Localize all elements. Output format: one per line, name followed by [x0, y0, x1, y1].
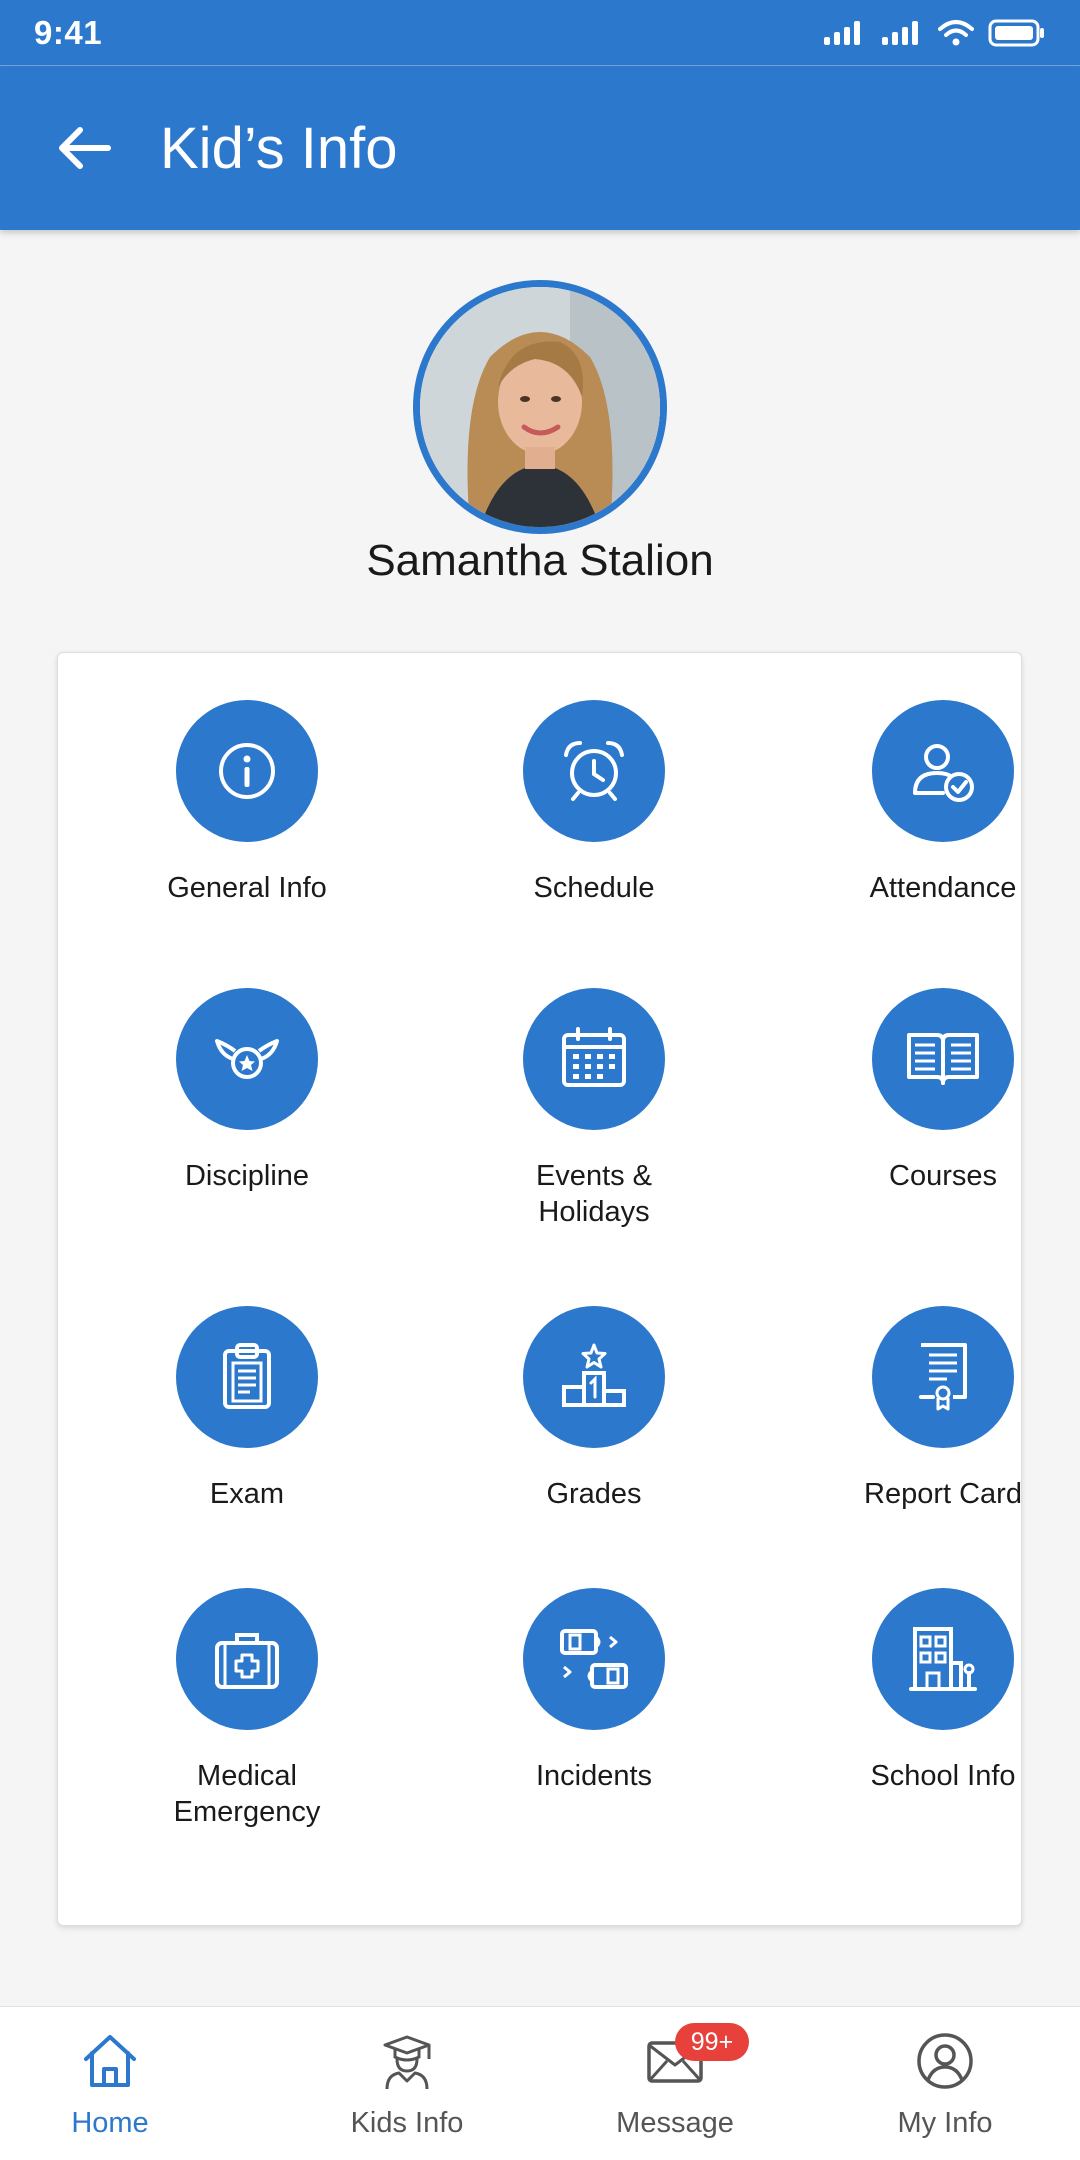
open-book-icon	[907, 1033, 979, 1085]
attendance-button[interactable]	[872, 700, 1014, 842]
signal-icon	[824, 20, 860, 45]
report-card-button[interactable]	[872, 1306, 1014, 1448]
nav-message[interactable]: 99+ Message	[540, 2007, 810, 2160]
incidents-button[interactable]	[523, 1588, 665, 1730]
menu-label: General Info	[167, 872, 327, 904]
menu-label: Grades	[546, 1478, 642, 1510]
discipline-button[interactable]	[176, 988, 318, 1130]
clipboard-icon	[223, 1343, 271, 1409]
menu-events-holidays[interactable]: Events & Holidays	[444, 988, 744, 1230]
courses-button[interactable]	[872, 988, 1014, 1130]
calendar-icon	[562, 1027, 626, 1087]
alarm-clock-icon	[564, 741, 624, 801]
menu-discipline[interactable]: Discipline	[97, 988, 397, 1194]
medical-kit-icon	[215, 1633, 279, 1689]
signal-icon-2	[882, 20, 918, 45]
graduate-icon	[383, 2035, 431, 2090]
menu-school-info[interactable]: School Info	[793, 1588, 1080, 1794]
page-title: Kid’s Info	[160, 115, 398, 181]
info-icon	[219, 743, 275, 799]
nav-home[interactable]: Home	[0, 2007, 245, 2160]
menu-exam[interactable]: Exam	[97, 1306, 397, 1512]
wifi-icon	[938, 19, 974, 45]
message-count-badge: 99+	[675, 2023, 749, 2061]
nav-kids-info[interactable]: Kids Info	[272, 2007, 542, 2160]
nav-label: Message	[616, 2107, 734, 2139]
menu-label: Report Card	[864, 1478, 1022, 1510]
battery-icon	[988, 19, 1044, 46]
menu-schedule[interactable]: Schedule	[444, 700, 744, 906]
menu-courses[interactable]: Courses	[793, 988, 1080, 1194]
menu-incidents[interactable]: Incidents	[444, 1588, 744, 1794]
user-circle-icon	[917, 2033, 973, 2089]
back-button[interactable]	[40, 105, 126, 191]
menu-label: Medical Emergency	[173, 1760, 321, 1828]
events-holidays-button[interactable]	[523, 988, 665, 1130]
school-info-button[interactable]	[872, 1588, 1014, 1730]
menu-label: School Info	[870, 1760, 1016, 1792]
nav-label: Kids Info	[350, 2107, 464, 2139]
exam-button[interactable]	[176, 1306, 318, 1448]
menu-medical-emergency[interactable]: Medical Emergency	[97, 1588, 397, 1830]
user-check-icon	[913, 744, 974, 802]
medical-emergency-button[interactable]	[176, 1588, 318, 1730]
nav-label: My Info	[897, 2107, 993, 2139]
menu-label: Courses	[889, 1160, 997, 1192]
schedule-button[interactable]	[523, 700, 665, 842]
bottom-nav: Home Kids Info 99+ Message My Info	[0, 2006, 1080, 2160]
podium-icon	[562, 1343, 626, 1407]
avatar	[413, 280, 667, 534]
building-icon	[909, 1627, 977, 1691]
home-icon	[84, 2035, 136, 2087]
menu-label: Attendance	[869, 872, 1017, 904]
certificate-icon	[919, 1343, 967, 1411]
grades-button[interactable]	[523, 1306, 665, 1448]
menu-label: Discipline	[184, 1160, 310, 1192]
menu-label: Schedule	[533, 872, 655, 904]
menu-report-card[interactable]: Report Card	[793, 1306, 1080, 1512]
app-bar: Kid’s Info	[0, 66, 1080, 230]
menu-attendance[interactable]: Attendance	[793, 700, 1080, 906]
general-info-button[interactable]	[176, 700, 318, 842]
kid-photo	[420, 287, 660, 527]
menu-general-info[interactable]: General Info	[97, 700, 397, 906]
status-bar: 9:41	[0, 0, 1080, 66]
menu-label: Events & Holidays	[535, 1160, 653, 1228]
winged-star-badge-icon	[215, 1039, 279, 1079]
menu-label: Incidents	[535, 1760, 653, 1792]
menu-grades[interactable]: Grades	[444, 1306, 744, 1512]
menu-label: Exam	[209, 1478, 285, 1510]
kid-name: Samantha Stalion	[366, 536, 714, 585]
status-icons	[822, 18, 1046, 48]
nav-my-info[interactable]: My Info	[810, 2007, 1080, 2160]
incident-icon	[560, 1629, 628, 1689]
status-time: 9:41	[34, 13, 103, 51]
menu-card: General Info Schedule Attendance Discipl…	[57, 652, 1022, 1926]
arrow-left-icon	[59, 127, 111, 169]
nav-label: Home	[71, 2107, 149, 2139]
